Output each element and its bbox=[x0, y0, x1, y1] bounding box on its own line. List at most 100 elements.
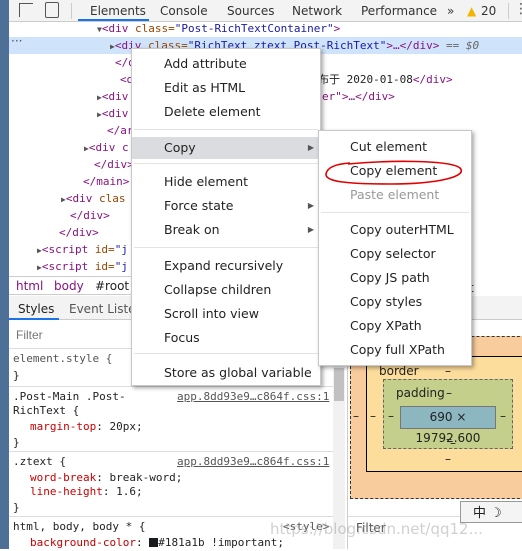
tag-name: <div bbox=[101, 90, 129, 103]
menu-item-label: Scroll into view bbox=[164, 306, 259, 321]
dom-node[interactable]: ▼<div class="Post-RichTextContainer"> bbox=[97, 20, 340, 37]
scrollbar-thumb[interactable] bbox=[334, 368, 344, 401]
dom-node[interactable]: </div> bbox=[84, 156, 134, 173]
tag-name: <script bbox=[41, 243, 95, 256]
menu-item-store-as-global-variable[interactable]: Store as global variable bbox=[132, 362, 320, 384]
stylesheet-link[interactable]: app.8dd93e9…c864f.css:1 bbox=[177, 388, 329, 405]
attr-value: "j bbox=[114, 243, 128, 256]
css-property[interactable]: margin-top bbox=[30, 420, 96, 433]
tag-name: </div> bbox=[94, 158, 134, 171]
padding-left-value[interactable]: – bbox=[388, 409, 394, 423]
divider bbox=[508, 3, 509, 19]
more-tabs-button[interactable]: » bbox=[447, 4, 454, 18]
css-property[interactable]: line-height bbox=[30, 485, 103, 498]
tag-name: <script bbox=[41, 260, 95, 273]
ellipsis-icon[interactable]: ··· bbox=[11, 34, 22, 48]
tag-name: </main> bbox=[83, 175, 130, 188]
padding-top-value[interactable]: – bbox=[446, 386, 452, 400]
dom-node[interactable]: ▶<div bbox=[97, 105, 128, 122]
attr-name: id= bbox=[94, 243, 115, 256]
element-style-selector: element.style { bbox=[13, 352, 113, 365]
dom-node[interactable]: ▶<script id="j bbox=[37, 241, 128, 258]
menu-item-collapse-children[interactable]: Collapse children bbox=[132, 279, 320, 301]
margin-left-value[interactable]: – bbox=[353, 409, 359, 423]
menu-item-label: Hide element bbox=[164, 174, 249, 189]
color-swatch[interactable] bbox=[149, 538, 159, 547]
dom-node[interactable]: ▶<script id="j bbox=[37, 258, 128, 275]
menu-separator bbox=[134, 163, 318, 164]
inspect-element-icon[interactable] bbox=[19, 3, 33, 17]
breadcrumb-root[interactable]: #root bbox=[95, 279, 129, 293]
tab-elements[interactable]: Elements bbox=[90, 4, 146, 18]
menu-item-copy-styles[interactable]: Copy styles bbox=[319, 291, 471, 313]
dom-node[interactable]: </main> bbox=[73, 173, 129, 190]
border-left-value[interactable]: – bbox=[370, 409, 376, 423]
device-toolbar-icon[interactable] bbox=[45, 2, 59, 18]
menu-item-label: Focus bbox=[164, 330, 200, 345]
dom-node[interactable]: </div> bbox=[49, 224, 99, 241]
submenu-arrow-icon: ▶ bbox=[307, 143, 314, 152]
node-text: 布于 2020-01-08 bbox=[318, 73, 413, 86]
tag-name: </div> bbox=[70, 209, 110, 222]
menu-item-expand-recursively[interactable]: Expand recursively bbox=[132, 255, 320, 277]
menu-item-focus[interactable]: Focus bbox=[132, 327, 320, 349]
content-box[interactable]: 690 × 19792.600 bbox=[400, 406, 496, 445]
warning-count[interactable]: 20 bbox=[481, 4, 496, 18]
tab-performance[interactable]: Performance bbox=[361, 4, 437, 18]
rule-close: } bbox=[13, 501, 20, 514]
menu-item-copy-xpath[interactable]: Copy XPath bbox=[319, 315, 471, 337]
menu-item-label: Edit as HTML bbox=[164, 80, 246, 95]
dom-node[interactable]: ▶<div c bbox=[84, 139, 129, 156]
menu-item-copy[interactable]: Copy ▶ bbox=[132, 137, 320, 159]
menu-item-label: Delete element bbox=[164, 104, 261, 119]
menu-item-edit-as-html[interactable]: Edit as HTML bbox=[132, 77, 320, 99]
watermark: https://blog.csdn.net/qq12... bbox=[270, 520, 483, 538]
dom-node[interactable]: ▶<div clas bbox=[61, 190, 125, 207]
tab-console[interactable]: Console bbox=[160, 4, 208, 18]
stylesheet-link[interactable]: app.8dd93e9…c864f.css:1 bbox=[177, 453, 329, 470]
menu-item-scroll-into-view[interactable]: Scroll into view bbox=[132, 303, 320, 325]
border-bottom-value[interactable]: – bbox=[445, 452, 451, 466]
menu-item-add-attribute[interactable]: Add attribute bbox=[132, 53, 320, 75]
tag-name: <div bbox=[101, 22, 135, 35]
menu-item-copy-outerhtml[interactable]: Copy outerHTML bbox=[319, 219, 471, 241]
breadcrumb-body[interactable]: body bbox=[54, 279, 84, 293]
tag-name: <div bbox=[65, 192, 99, 205]
css-property[interactable]: background-color bbox=[30, 536, 136, 549]
breadcrumb-html[interactable]: html bbox=[16, 279, 43, 293]
menu-item-copy-full-xpath[interactable]: Copy full XPath bbox=[319, 339, 471, 361]
rule-selector: RichText { bbox=[13, 404, 80, 417]
divider bbox=[71, 3, 72, 19]
rule-selector: html, body, body * { bbox=[13, 520, 146, 533]
menu-item-label: Break on bbox=[164, 222, 220, 237]
menu-item-force-state[interactable]: Force state ▶ bbox=[132, 195, 320, 217]
menu-item-break-on[interactable]: Break on ▶ bbox=[132, 219, 320, 241]
padding-right-value[interactable]: – bbox=[500, 409, 506, 423]
tab-styles[interactable]: Styles bbox=[18, 302, 54, 316]
kebab-menu-icon[interactable]: ⋮ bbox=[514, 1, 522, 17]
css-value[interactable]: : 20px; bbox=[96, 420, 142, 433]
window-edge bbox=[0, 0, 9, 549]
dom-node[interactable]: </div> bbox=[60, 207, 110, 224]
margin-bottom-value[interactable]: – bbox=[450, 436, 456, 450]
border-top-value[interactable]: – bbox=[445, 364, 451, 378]
red-circle-annotation bbox=[325, 160, 463, 185]
warning-icon[interactable]: ▲ bbox=[467, 4, 476, 18]
menu-item-label: Store as global variable bbox=[164, 365, 312, 380]
css-value[interactable]: #181a1b !important; bbox=[158, 536, 284, 549]
menu-item-delete-element[interactable]: Delete element bbox=[132, 101, 320, 123]
tab-sources[interactable]: Sources bbox=[227, 4, 274, 18]
submenu-arrow-icon: ▶ bbox=[307, 225, 314, 234]
context-menu: Add attribute Edit as HTML Delete element C… bbox=[131, 48, 321, 386]
menu-item-hide-element[interactable]: Hide element bbox=[132, 171, 320, 193]
attr-name: class= bbox=[134, 22, 175, 35]
dom-node[interactable]: ▶<div bbox=[97, 88, 128, 105]
menu-item-cut-element[interactable]: Cut element bbox=[319, 136, 471, 158]
rule-close: } bbox=[13, 436, 20, 449]
menu-item-copy-js-path[interactable]: Copy JS path bbox=[319, 267, 471, 289]
menu-item-copy-selector[interactable]: Copy selector bbox=[319, 243, 471, 265]
tag-rest: </div> bbox=[412, 73, 453, 86]
css-value[interactable]: : 1.6; bbox=[103, 485, 143, 498]
tab-network[interactable]: Network bbox=[292, 4, 342, 18]
menu-item-label: Collapse children bbox=[164, 282, 272, 297]
